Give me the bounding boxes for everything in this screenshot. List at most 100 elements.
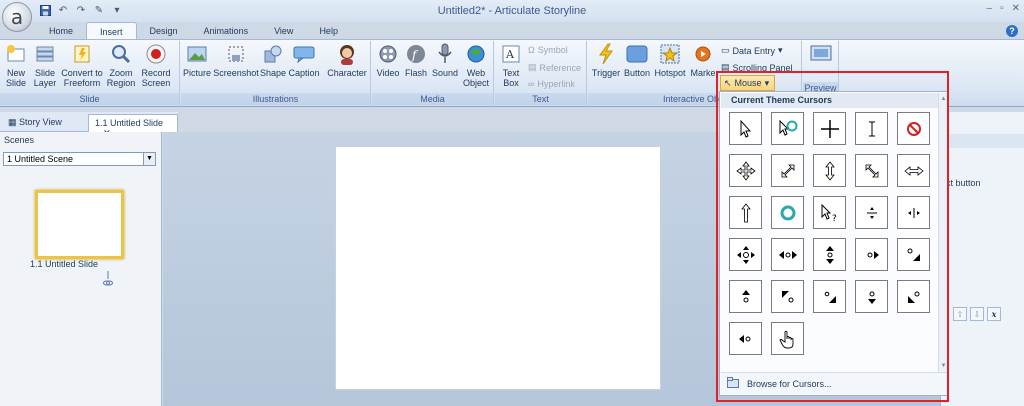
new-slide-button[interactable]: New Slide	[3, 43, 29, 88]
slide-canvas[interactable]	[335, 146, 661, 390]
marker-button[interactable]: Marke	[689, 43, 717, 78]
pan-north-cursor-icon	[741, 289, 750, 302]
shape-label: Shape	[260, 68, 287, 78]
web-object-button[interactable]: Web Object	[461, 43, 491, 88]
tab-story-view[interactable]: ▦ Story View	[2, 114, 68, 132]
screenshot-button[interactable]: Screenshot	[213, 43, 259, 78]
right-panel-buttons: ⇧ ⇩ x	[953, 307, 1001, 321]
cursor-option[interactable]: ?	[813, 196, 846, 229]
record-screen-label: Record Screen	[141, 68, 171, 88]
resize-nesw-cursor-icon	[781, 164, 794, 177]
scroll-up-icon[interactable]: ▲	[939, 95, 948, 104]
character-label: Character	[327, 68, 367, 78]
flash-button[interactable]: f Flash	[403, 43, 429, 78]
button-button[interactable]: Button	[622, 43, 652, 78]
shape-button[interactable]: Shape	[260, 43, 286, 78]
cursor-option[interactable]	[729, 280, 762, 313]
cursor-option[interactable]	[771, 322, 804, 355]
pan-all-cursor-icon	[736, 245, 755, 264]
cursor-option[interactable]	[897, 154, 930, 187]
cursor-option[interactable]	[729, 322, 762, 355]
minimize-icon[interactable]: –	[987, 3, 993, 14]
tab-view[interactable]: View	[261, 22, 306, 40]
cursor-option[interactable]	[855, 280, 888, 313]
cursor-option[interactable]	[897, 112, 930, 145]
scrolling-panel-label: Scrolling Panel	[732, 62, 793, 73]
app-menu-button[interactable]: a	[2, 2, 32, 32]
ribbon-tabs: Home Insert Design Animations View Help	[36, 22, 351, 40]
tab-insert[interactable]: Insert	[86, 22, 137, 40]
cursor-option[interactable]	[813, 238, 846, 271]
video-button[interactable]: Video	[375, 43, 401, 78]
move-up-icon[interactable]: ⇧	[953, 307, 967, 321]
tab-home[interactable]: Home	[36, 22, 86, 40]
window-controls: – ▫ ✕	[987, 3, 1021, 14]
cursor-option[interactable]	[813, 280, 846, 313]
cursor-option[interactable]	[813, 154, 846, 187]
web-object-icon	[465, 43, 487, 65]
dropdown-header: Current Theme Cursors	[721, 93, 939, 108]
maximize-icon[interactable]: ▫	[1000, 3, 1004, 14]
cursor-option[interactable]	[897, 238, 930, 271]
new-slide-label: New Slide	[5, 68, 26, 88]
right-panel: xt button ⇧ ⇩ x	[940, 112, 1024, 406]
variable-icon[interactable]: x	[987, 307, 1001, 321]
cursor-option[interactable]	[897, 280, 930, 313]
caption-icon	[293, 43, 315, 65]
caption-button[interactable]: Caption	[288, 43, 320, 78]
scroll-down-icon[interactable]: ▼	[939, 362, 948, 371]
cursor-option[interactable]	[855, 238, 888, 271]
slide-group-label: Slide	[0, 93, 179, 105]
cursor-option[interactable]	[855, 112, 888, 145]
busy-ring-cursor-icon	[780, 205, 795, 220]
tab-animations[interactable]: Animations	[191, 22, 262, 40]
close-icon[interactable]: ✕	[1012, 3, 1020, 14]
cursor-option[interactable]	[729, 196, 762, 229]
mouse-button[interactable]: ↖ Mouse ▾	[720, 75, 775, 91]
cursor-option[interactable]	[729, 238, 762, 271]
cursor-option[interactable]	[855, 154, 888, 187]
hotspot-button[interactable]: Hotspot	[653, 43, 687, 78]
text-box-button[interactable]: A Text Box	[498, 43, 524, 88]
text-group-label: Text	[495, 93, 586, 105]
character-button[interactable]: Character	[327, 43, 367, 78]
sound-button[interactable]: Sound	[431, 43, 459, 78]
scrolling-panel-icon: ▤	[721, 62, 730, 72]
cursor-option[interactable]	[771, 280, 804, 313]
video-label: Video	[376, 68, 400, 78]
cursor-option[interactable]	[729, 112, 762, 145]
tab-untitled-slide[interactable]: 1.1 Untitled Slide ✕	[88, 114, 178, 138]
cursor-option[interactable]	[771, 154, 804, 187]
cursor-option[interactable]	[771, 238, 804, 271]
preview-button[interactable]	[809, 43, 833, 68]
help-icon[interactable]: ?	[1006, 25, 1018, 37]
slide-layer-button[interactable]: Slide Layer	[31, 43, 59, 88]
cursor-option[interactable]	[771, 112, 804, 145]
symbol-button[interactable]: Ω Symbol	[528, 45, 568, 55]
scene-select[interactable]: 1 Untitled Scene ▼	[3, 152, 156, 166]
tab-help[interactable]: Help	[306, 22, 351, 40]
record-screen-button[interactable]: Record Screen	[138, 43, 174, 88]
trigger-button[interactable]: Trigger	[590, 43, 622, 78]
zoom-region-button[interactable]: Zoom Region	[106, 43, 136, 88]
tab-design[interactable]: Design	[137, 22, 191, 40]
hyperlink-button[interactable]: ∞ Hyperlink	[528, 79, 575, 89]
scrolling-panel-button[interactable]: ▤ Scrolling Panel	[721, 62, 793, 73]
slide-thumbnail[interactable]	[35, 190, 124, 259]
browse-for-cursors-button[interactable]: Browse for Cursors...	[721, 372, 947, 394]
data-entry-button[interactable]: ▭ Data Entry ▾	[721, 45, 783, 56]
move-down-icon[interactable]: ⇩	[970, 307, 984, 321]
cursor-option[interactable]	[897, 196, 930, 229]
cursor-option[interactable]	[813, 112, 846, 145]
picture-button[interactable]: Picture	[183, 43, 211, 78]
convert-to-freeform-button[interactable]: Convert to Freeform	[60, 43, 104, 88]
cursor-option[interactable]	[855, 196, 888, 229]
pan-ew-cursor-icon	[907, 207, 920, 218]
lightning-icon	[595, 43, 617, 65]
ibeam-cursor-icon	[868, 121, 875, 136]
mouse-cursor-icon: ↖	[724, 77, 732, 88]
cursor-option[interactable]	[729, 154, 762, 187]
dropdown-scrollbar[interactable]: ▲ ▼	[938, 93, 947, 373]
cursor-option[interactable]	[771, 196, 804, 229]
reference-button[interactable]: ▤ Reference	[528, 62, 581, 73]
